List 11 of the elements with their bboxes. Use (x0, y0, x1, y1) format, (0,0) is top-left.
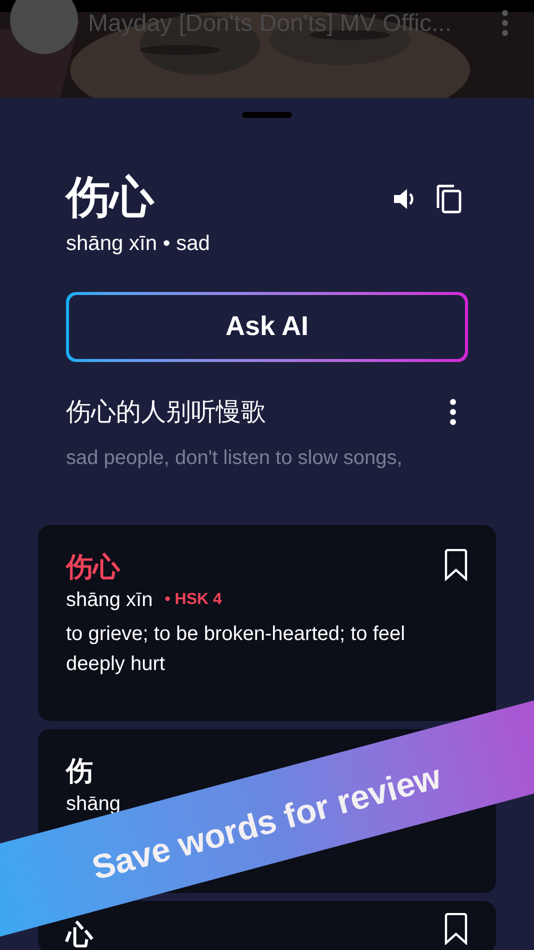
card-pinyin: shāng (66, 792, 120, 817)
sentence-translation: sad people, don't listen to slow songs, (65, 446, 404, 471)
card-word: 伤心 (66, 551, 120, 583)
word-title: 伤心 (66, 172, 156, 224)
card-word: 心 (66, 919, 93, 950)
hsk-level: • HSK 4 (164, 590, 222, 610)
card-word: 伤 (66, 755, 93, 787)
card-definition: to grieve; to be broken-hearted; to feel deeply hurt (66, 622, 406, 677)
sentence-text: 伤心的人别听慢歌 (66, 396, 266, 428)
word-pinyin: shāng xīn • sad (66, 231, 210, 257)
card-pinyin: shāng xīn (66, 588, 153, 613)
